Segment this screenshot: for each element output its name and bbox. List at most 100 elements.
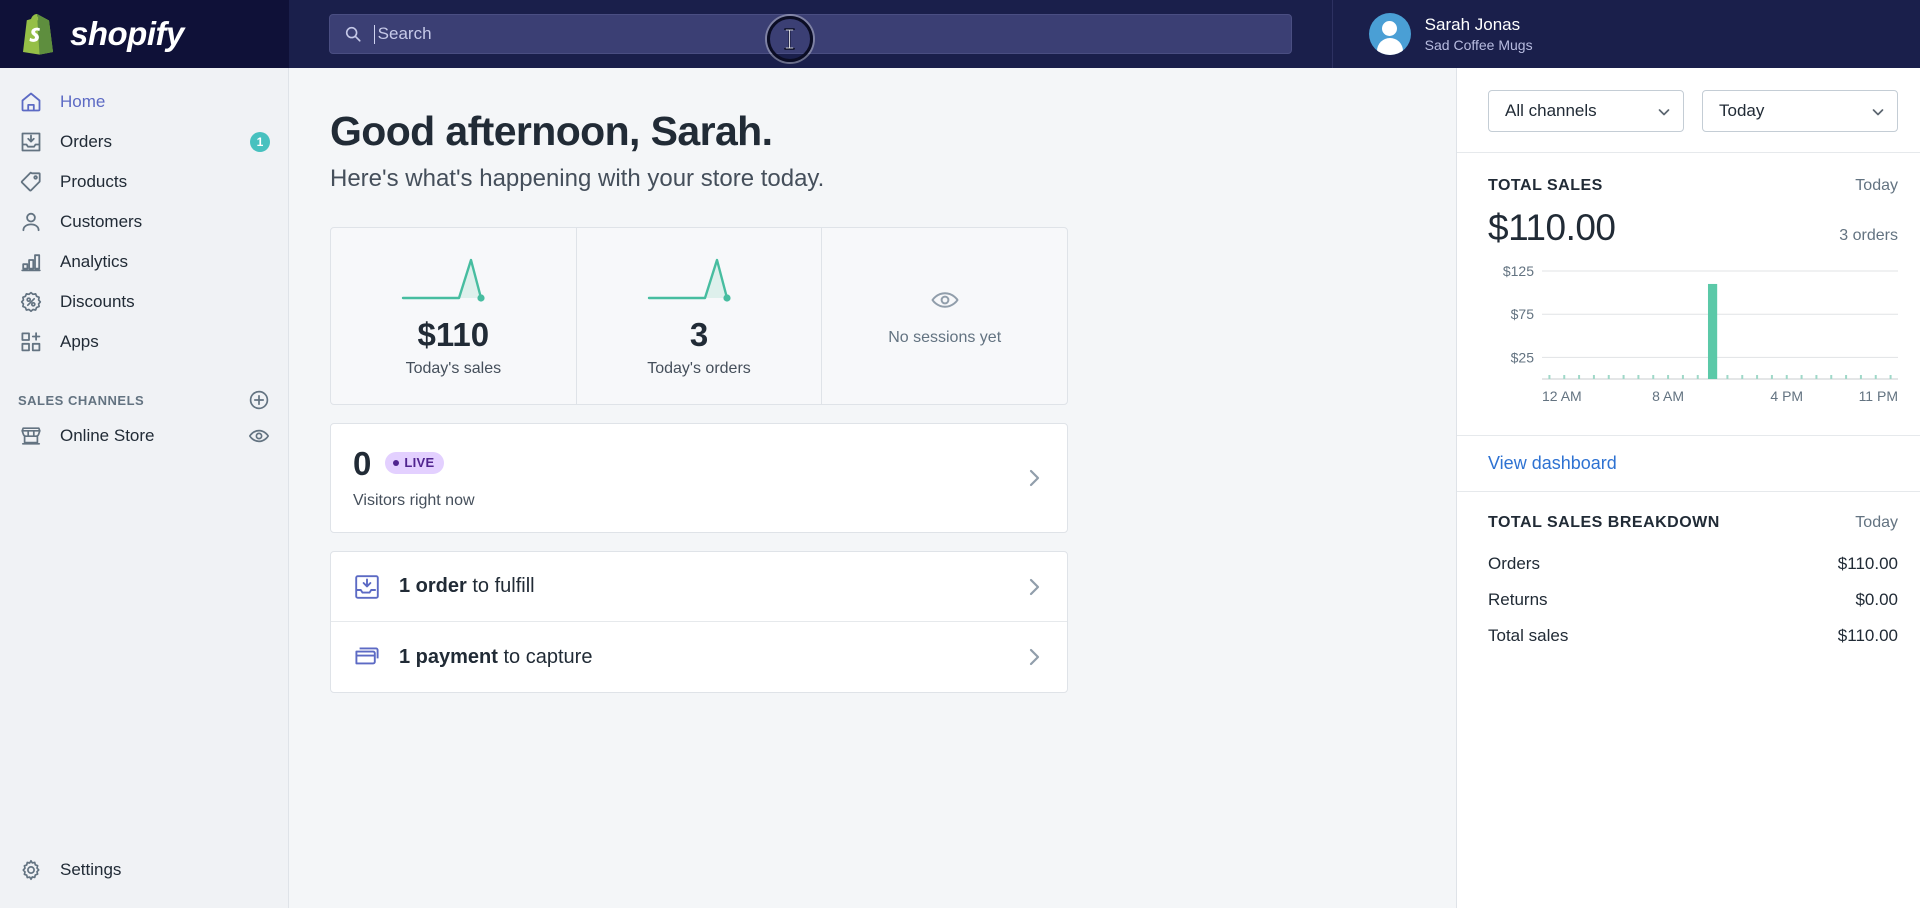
task-label: 1 payment to capture [399,646,592,669]
user-menu[interactable]: Sarah Jonas Sad Coffee Mugs [1332,0,1920,68]
breakdown-value: $0.00 [1855,590,1898,610]
shopify-admin-root: shopify Search [0,0,1920,908]
breakdown-value: $110.00 [1838,626,1898,646]
page-subtitle: Here's what's happening with your store … [330,165,1456,193]
breakdown-value: $110.00 [1838,554,1898,574]
metric-value: 3 [690,316,708,354]
chevron-down-icon [1871,104,1885,118]
total-sales-chart[interactable]: $25$75$12512 AM8 AM4 PM11 PM [1488,263,1898,413]
metric-label: Today's orders [647,360,751,378]
metric-card-todays-orders[interactable]: 3 Today's orders [577,228,823,404]
page-title: Good afternoon, Sarah. [330,108,1456,155]
live-badge-label: LIVE [404,455,434,470]
orders-badge: 1 [250,132,270,152]
total-sales-amount-row: $110.00 3 orders [1488,207,1898,249]
metric-card-todays-sales[interactable]: $110 Today's sales [331,228,577,404]
sidebar-item-discounts[interactable]: Discounts [0,282,288,322]
metric-value: $110 [418,316,490,354]
sidebar-item-online-store[interactable]: Online Store [0,416,288,456]
svg-text:$25: $25 [1511,349,1535,365]
empty-state-text: No sessions yet [888,329,1001,347]
total-sales-title: TOTAL SALES [1488,177,1603,195]
sidebar-item-label: Online Store [60,426,155,446]
sidebar-item-analytics[interactable]: Analytics [0,242,288,282]
period-filter-value: Today [1719,101,1764,121]
sidebar-item-products[interactable]: Products [0,162,288,202]
sidebar-item-label: Analytics [60,252,128,272]
preview-store-eye-icon[interactable] [248,425,270,447]
search-placeholder: Search [378,24,432,44]
sidebar-item-apps[interactable]: Apps [0,322,288,362]
search-icon [344,25,362,43]
table-row: Returns $0.00 [1488,582,1898,618]
task-strong: 1 payment [399,646,498,668]
discounts-percent-icon [18,289,44,315]
gear-icon [18,857,44,883]
channel-filter-value: All channels [1505,101,1597,121]
user-name: Sarah Jonas [1425,14,1533,35]
sidebar-item-label: Customers [60,212,142,232]
table-row: Total sales $110.00 [1488,618,1898,654]
avatar [1369,13,1411,55]
top-bar: shopify Search [0,0,1920,68]
task-row-capture-payment[interactable]: 1 payment to capture [331,622,1067,692]
orders-icon [353,573,381,601]
svg-text:12 AM: 12 AM [1542,388,1582,404]
products-tag-icon [18,169,44,195]
breakdown-period: Today [1855,514,1898,532]
sidebar-item-label: Settings [60,860,121,880]
task-label: 1 order to fulfill [399,575,535,598]
sales-breakdown-section: TOTAL SALES BREAKDOWN Today Orders $110.… [1457,492,1920,654]
body: Home Orders 1 [0,68,1920,908]
chevron-right-icon [1023,646,1045,668]
search-zone: Search [289,14,1332,54]
sidebar-item-settings[interactable]: Settings [0,850,288,890]
mouse-cursor-highlight [767,16,813,62]
sidebar-item-orders[interactable]: Orders 1 [0,122,288,162]
sidebar-item-label: Apps [60,332,99,352]
shopify-bag-icon [18,12,58,56]
tasks-card: 1 order to fulfill [330,551,1068,693]
sales-channels-header: SALES CHANNELS [0,384,288,416]
total-sales-period: Today [1855,177,1898,195]
apps-grid-plus-icon [18,329,44,355]
total-sales-header: TOTAL SALES Today [1488,177,1898,195]
period-filter-select[interactable]: Today [1702,90,1898,132]
sparkline-orders [643,254,755,310]
add-channel-icon[interactable] [248,389,270,411]
sidebar-spacer [0,456,288,850]
storefront-icon [18,423,44,449]
sidebar-item-home[interactable]: Home [0,82,288,122]
chevron-down-icon [1657,104,1671,118]
eye-icon [930,285,960,315]
channel-filter-select[interactable]: All channels [1488,90,1684,132]
shopify-logo[interactable]: shopify [0,0,289,68]
payment-icon [353,643,381,671]
chevron-right-icon [1023,467,1045,489]
sidebar: Home Orders 1 [0,68,289,908]
task-row-fulfill-order[interactable]: 1 order to fulfill [331,552,1067,622]
sidebar-item-label: Home [60,92,105,112]
orders-icon [18,129,44,155]
home-icon [18,89,44,115]
table-row: Orders $110.00 [1488,546,1898,582]
sidebar-item-customers[interactable]: Customers [0,202,288,242]
breakdown-header: TOTAL SALES BREAKDOWN Today [1488,514,1898,532]
search-input[interactable]: Search [329,14,1292,54]
visitors-count: 0 [353,447,371,480]
breakdown-title: TOTAL SALES BREAKDOWN [1488,514,1720,532]
sidebar-item-label: Discounts [60,292,135,312]
customers-person-icon [18,209,44,235]
breakdown-label: Returns [1488,590,1548,610]
insights-panel: All channels Today [1456,68,1920,908]
search-text-caret [374,25,375,44]
metric-label: Today's sales [406,360,502,378]
panel-filters: All channels Today [1457,68,1920,153]
visitors-card[interactable]: 0 LIVE Visitors right now [330,423,1068,533]
metric-card-sessions-empty[interactable]: No sessions yet [822,228,1067,404]
breakdown-label: Total sales [1488,626,1568,646]
svg-text:$75: $75 [1511,306,1535,322]
svg-text:4 PM: 4 PM [1770,388,1803,404]
view-dashboard-link[interactable]: View dashboard [1488,453,1617,473]
sidebar-item-label: Products [60,172,127,192]
